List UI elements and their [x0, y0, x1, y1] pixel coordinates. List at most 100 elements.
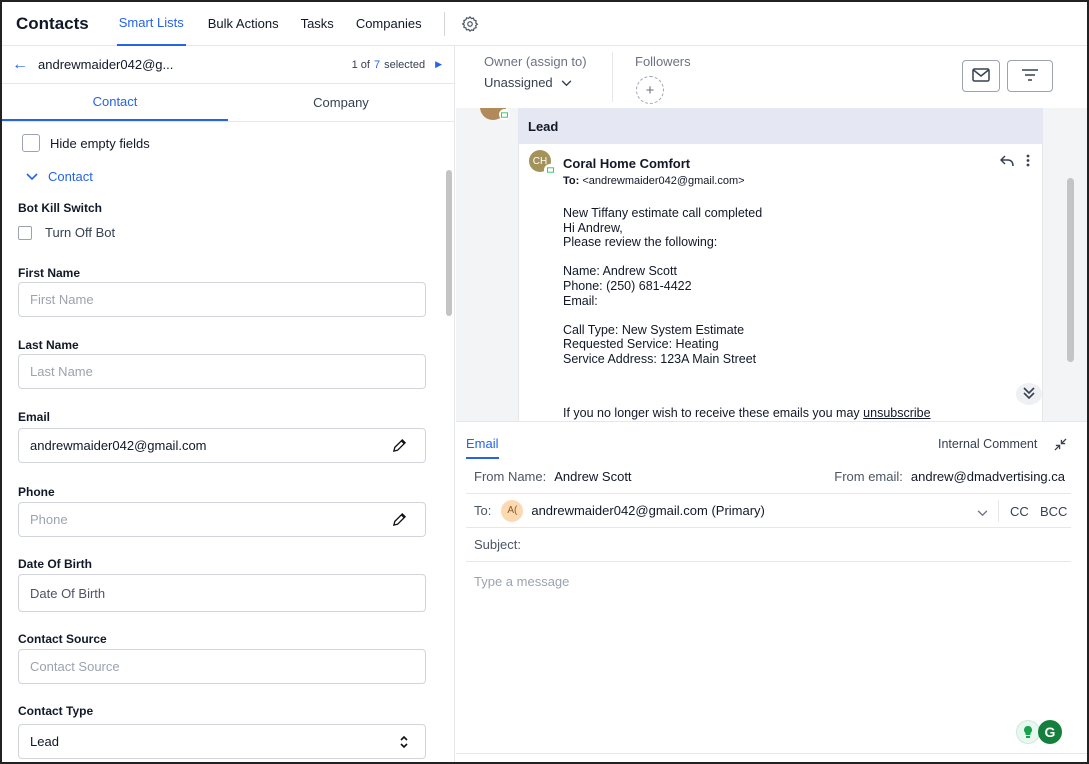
last-name-placeholder: Last Name	[30, 364, 93, 379]
body-line	[563, 308, 762, 323]
pencil-icon[interactable]	[392, 438, 407, 456]
email-label: Email	[18, 410, 51, 424]
grammarly-icon[interactable]: G	[1038, 720, 1062, 744]
composer-tabs: Email Internal Comment	[456, 422, 1087, 460]
to-row: To: A( andrewmaider042@gmail.com (Primar…	[466, 494, 1071, 528]
app-title: Contacts	[16, 13, 89, 33]
phone-field[interactable]: Phone	[18, 502, 426, 537]
dob-field[interactable]: Date Of Birth	[18, 574, 426, 612]
owner-label: Owner (assign to)	[484, 54, 587, 69]
body-line: Hi Andrew,	[563, 220, 623, 235]
reply-icon[interactable]	[999, 154, 1014, 170]
last-name-label: Last Name	[18, 338, 79, 352]
chevron-down-icon	[26, 169, 38, 184]
subject-row[interactable]: Subject:	[466, 528, 1071, 562]
owner-select[interactable]: Unassigned	[484, 75, 572, 90]
next-record-icon[interactable]: ▶	[435, 59, 442, 70]
from-email-value[interactable]: andrew@dmadvertising.ca	[911, 469, 1065, 484]
composer-bottom-divider	[456, 753, 1087, 754]
select-arrows-icon	[399, 735, 409, 752]
bcc-button[interactable]: BCC	[1040, 504, 1067, 519]
contact-section-toggle[interactable]: Contact	[22, 166, 93, 186]
body-line: Name: Andrew Scott	[563, 264, 677, 279]
phone-placeholder: Phone	[30, 512, 68, 527]
email-value: andrewmaider042@gmail.com	[30, 438, 207, 453]
collapse-icon[interactable]	[1054, 438, 1067, 454]
chevron-down-icon	[561, 75, 572, 90]
first-name-label: First Name	[18, 266, 81, 280]
record-selected-label: selected	[384, 58, 426, 71]
contact-type-value: Lead	[30, 734, 59, 749]
contact-source-field[interactable]: Contact Source	[18, 649, 426, 684]
last-name-field[interactable]: Last Name	[18, 354, 426, 389]
body-line	[563, 250, 762, 265]
recipient-address: <andrewmaider042@gmail.com>	[582, 175, 745, 187]
nav-divider	[443, 11, 445, 36]
double-chevron-down-icon	[1022, 386, 1036, 403]
email-field[interactable]: andrewmaider042@gmail.com	[18, 428, 426, 463]
first-name-placeholder: First Name	[30, 292, 94, 307]
body-line: Requested Service: Heating	[563, 337, 719, 352]
followers-label: Followers	[635, 54, 691, 69]
filter-icon	[1021, 68, 1039, 84]
unsubscribe-link[interactable]: unsubscribe	[863, 406, 930, 420]
expand-message-button[interactable]	[1016, 383, 1042, 405]
envelope-icon	[972, 67, 990, 85]
message-actions	[999, 154, 1030, 170]
dob-label: Date Of Birth	[18, 557, 93, 571]
more-options-icon[interactable]	[1026, 154, 1030, 170]
tab-companies[interactable]: Companies	[356, 2, 422, 46]
first-name-field[interactable]: First Name	[18, 282, 426, 317]
contact-source-label: Contact Source	[18, 632, 107, 646]
conversation-panel: Owner (assign to) Unassigned Followers +	[456, 46, 1087, 762]
pencil-icon[interactable]	[392, 512, 407, 530]
contact-type-select[interactable]: Lead	[18, 724, 426, 759]
hide-empty-checkbox[interactable]	[22, 134, 40, 152]
from-name-value[interactable]: Andrew Scott	[554, 469, 631, 484]
conversation-scrollbar[interactable]	[1067, 178, 1074, 362]
contact-type-label: Contact Type	[18, 704, 94, 718]
lightbulb-icon[interactable]	[1016, 720, 1040, 744]
email-button[interactable]	[962, 60, 1000, 92]
tab-smart-lists[interactable]: Smart Lists	[116, 2, 186, 46]
from-row: From Name: Andrew Scott From email: andr…	[466, 460, 1071, 494]
lead-header: Lead	[518, 108, 1043, 144]
hide-empty-row: Hide empty fields	[22, 132, 150, 154]
record-navigator: ← andrewmaider042@g... 1 of 7 selected ▶	[2, 46, 454, 84]
from-email-label: From email:	[834, 469, 903, 484]
mail-badge-icon	[499, 109, 510, 120]
filter-button[interactable]	[1007, 60, 1053, 92]
recipient-email[interactable]: andrewmaider042@gmail.com (Primary)	[531, 503, 765, 518]
bot-kill-label: Bot Kill Switch	[18, 201, 102, 215]
subject-label: Subject:	[474, 537, 521, 552]
email-composer: Email Internal Comment From Name: Andrew…	[456, 421, 1087, 762]
hide-empty-label: Hide empty fields	[50, 135, 150, 151]
tab-company[interactable]: Company	[228, 84, 454, 121]
unsubscribe-text: If you no longer wish to receive these e…	[563, 406, 860, 420]
chevron-down-icon[interactable]	[977, 505, 988, 520]
turn-off-bot-checkbox[interactable]	[18, 225, 32, 240]
body-line: Service Address: 123A Main Street	[563, 351, 757, 366]
tab-bulk-actions[interactable]: Bulk Actions	[208, 2, 279, 46]
cc-button[interactable]: CC	[1010, 504, 1029, 519]
message-input[interactable]: Type a message	[474, 574, 569, 589]
body-line: New Tiffany estimate call completed	[563, 206, 763, 220]
tab-tasks[interactable]: Tasks	[301, 2, 334, 46]
body-line: Phone: (250) 681-4422	[563, 278, 692, 293]
tab-email[interactable]: Email	[466, 436, 499, 459]
left-scrollbar[interactable]	[446, 170, 452, 316]
tab-contact[interactable]: Contact	[2, 84, 228, 121]
conversation-thread: Lead CH Coral Home Comfort To: <andrewma…	[456, 108, 1087, 421]
sender-name: Coral Home Comfort	[563, 156, 691, 171]
message-body: New Tiffany estimate call completed Hi A…	[563, 206, 762, 367]
body-line: Please review the following:	[563, 235, 718, 250]
back-arrow-icon[interactable]: ←	[12, 56, 32, 74]
tab-internal-comment[interactable]: Internal Comment	[938, 437, 1037, 451]
recipient-avatar: A(	[501, 499, 524, 522]
record-total[interactable]: 7	[374, 59, 380, 71]
add-follower-button[interactable]: +	[636, 76, 664, 104]
from-name-label: From Name:	[474, 469, 547, 484]
recipient-line: To: <andrewmaider042@gmail.com>	[563, 175, 745, 187]
owner-divider	[612, 52, 613, 102]
gear-icon[interactable]	[459, 13, 481, 35]
